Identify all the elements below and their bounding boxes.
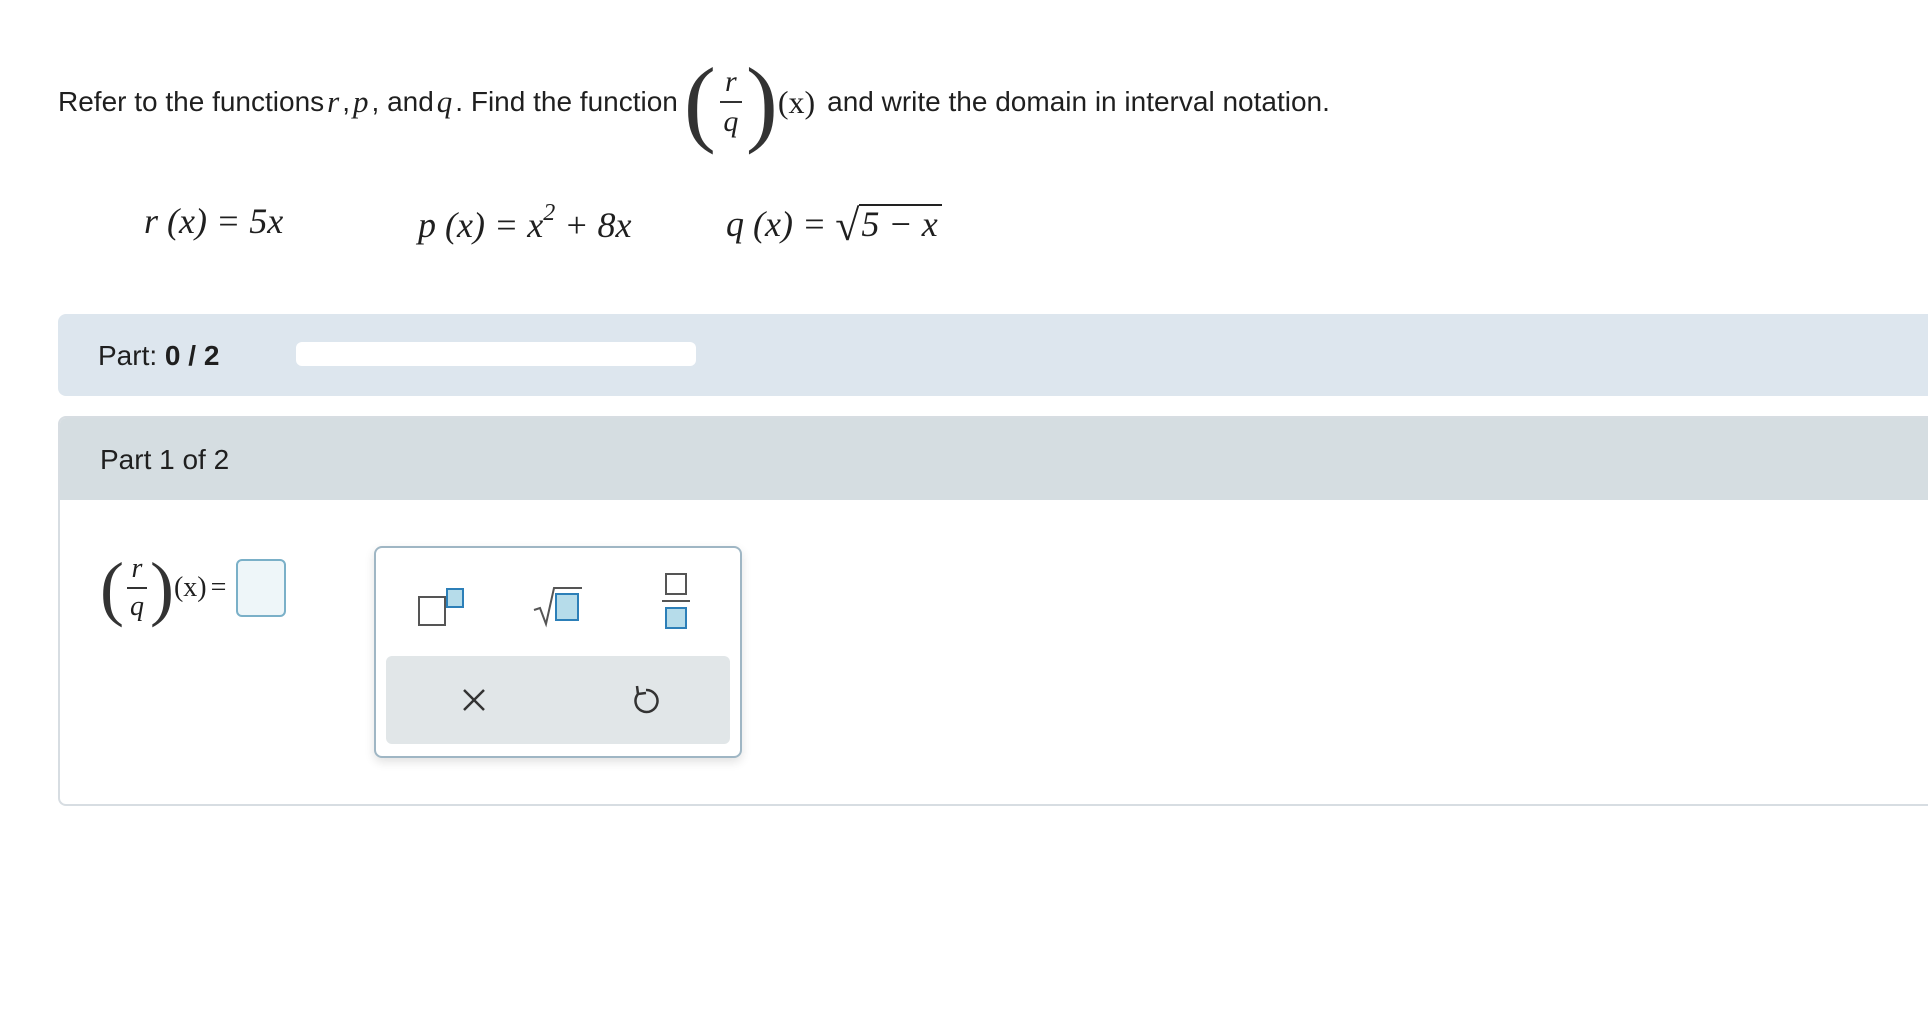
function-p-rest: + 8x [555, 205, 632, 245]
answer-fraction: r q [126, 553, 147, 623]
function-q: q (x) = √ 5 − x [726, 200, 942, 248]
progress-bar [296, 342, 696, 366]
function-p-base: p (x) = x [418, 205, 544, 245]
question-mid: . Find the function [455, 86, 678, 117]
function-expression: ( r q ) (x) [683, 48, 816, 155]
function-definitions: r (x) = 5x p (x) = x2 + 8x q (x) = √ 5 −… [0, 190, 1000, 260]
answer-numerator: r [131, 553, 143, 585]
fraction-button[interactable] [656, 570, 696, 636]
comma-and: , and [371, 86, 434, 117]
undo-icon [634, 685, 659, 714]
part-progress-value: 0 / 2 [164, 340, 220, 371]
answer-row: ( r q ) (x) = [100, 538, 287, 638]
var-p: p [353, 84, 369, 119]
answer-argument: (x) [173, 572, 207, 603]
sqrt-expression: √ 5 − x [835, 200, 942, 248]
clear-button[interactable] [454, 680, 494, 720]
function-p-exponent: 2 [543, 200, 556, 226]
part-label-text: Part: [98, 340, 158, 371]
comma: , [342, 86, 351, 117]
part-card: Part 1 of 2 ( r q ) (x) = [58, 416, 1928, 806]
equals-sign: = [210, 572, 227, 603]
fraction-numerator: r [725, 65, 737, 99]
fraction-denominator: q [723, 104, 739, 138]
question-text: Refer to the functions r , p , and q . F… [58, 52, 1330, 152]
var-q: q [436, 84, 453, 119]
question-prefix: Refer to the functions [58, 86, 325, 117]
fraction-icon [662, 573, 690, 629]
palette-actions [386, 656, 730, 744]
superscript-button[interactable] [412, 576, 472, 636]
progress-band: Part: 0 / 2 [58, 314, 1928, 396]
question-suffix: and write the domain in interval notatio… [827, 86, 1330, 117]
sqrt-icon [533, 587, 582, 628]
undo-button[interactable] [626, 680, 666, 720]
function-q-lhs: q (x) = [726, 204, 836, 244]
clear-icon [463, 689, 485, 711]
function-r: r (x) = 5x [144, 201, 284, 241]
r-over-q-fraction: r q [719, 65, 742, 139]
part-header: Part 1 of 2 [60, 418, 1928, 500]
sqrt-button[interactable] [530, 572, 590, 636]
function-p: p (x) = x2 + 8x [418, 200, 632, 246]
function-argument: (x) [777, 83, 816, 120]
answer-denominator: q [129, 590, 144, 622]
part-progress-label: Part: 0 / 2 [98, 340, 219, 372]
answer-input[interactable] [236, 559, 287, 617]
part-title: Part 1 of 2 [100, 444, 230, 475]
radicand: 5 − x [859, 204, 942, 244]
var-r: r [327, 84, 340, 119]
math-palette [374, 546, 742, 758]
